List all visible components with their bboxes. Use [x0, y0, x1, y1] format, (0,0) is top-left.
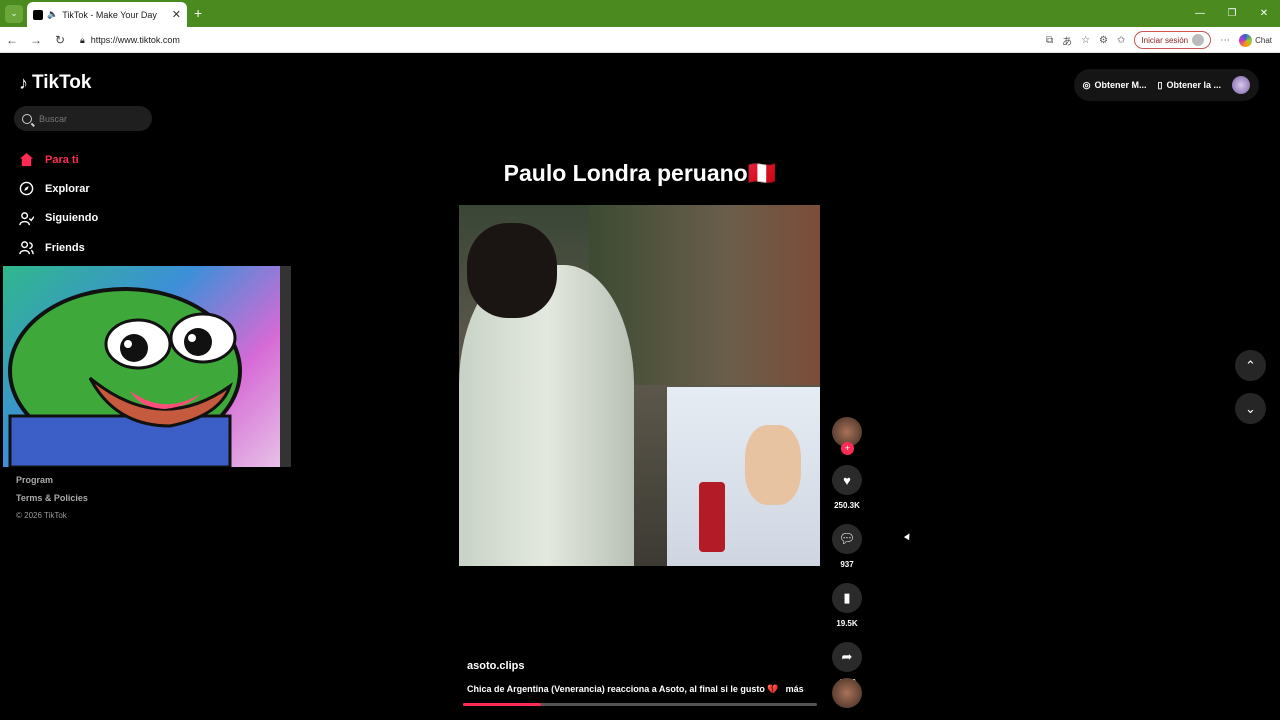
search-input[interactable]: [39, 113, 139, 124]
browser-tab-bar: ⌄ 🔈 TikTok - Make Your Day ✕ + — ❐ ✕: [0, 0, 1280, 27]
more-link[interactable]: más: [786, 684, 804, 695]
speaker-icon[interactable]: 🔈: [47, 9, 58, 20]
save-action: ▮ 19.5K: [832, 583, 862, 628]
user-avatar[interactable]: [1232, 76, 1250, 94]
sidebar-item-friends[interactable]: Friends: [18, 233, 98, 262]
peepo-frog-icon: [8, 266, 291, 469]
footer-terms-link[interactable]: Terms & Policies: [16, 489, 88, 507]
copilot-chat-button[interactable]: Chat: [1239, 33, 1272, 47]
more-menu-icon[interactable]: ⋯: [1220, 35, 1230, 46]
lock-icon[interactable]: 🔒︎: [80, 35, 85, 46]
save-count: 19.5K: [836, 619, 858, 628]
sidebar-item-label: Siguiendo: [45, 212, 99, 225]
tiktok-page: ♪ TikTok Para ti Explorar Siguiendo: [3, 54, 1277, 717]
restore-icon[interactable]: ❐: [1216, 0, 1248, 27]
url-text[interactable]: https://www.tiktok.com: [91, 35, 180, 45]
footer-program-link[interactable]: Program: [16, 471, 88, 489]
video-actions: + ♥ 250.3K 💬︎ 937 ▮ 19.5K ➦ 4569: [830, 417, 864, 687]
friends-icon: [18, 240, 34, 256]
top-right-actions: ◎ Obtener M... ▯ Obtener la ...: [1073, 69, 1259, 101]
video-reaction-inset: [667, 387, 820, 566]
video-username[interactable]: asoto.clips: [467, 660, 817, 672]
brand-name: TikTok: [32, 72, 92, 93]
like-action: ♥ 250.3K: [832, 465, 862, 510]
video-player[interactable]: [459, 205, 820, 566]
tiktok-note-icon: ♪: [19, 72, 28, 93]
video-person-head: [467, 223, 557, 318]
sidebar-item-label: Friends: [45, 241, 85, 254]
browser-tab[interactable]: 🔈 TikTok - Make Your Day ✕: [27, 2, 187, 27]
tab-actions-menu-button[interactable]: ⌄: [5, 4, 23, 23]
signin-label: Iniciar sesión: [1141, 35, 1189, 45]
video-caption: asoto.clips Chica de Argentina (Veneranc…: [467, 660, 817, 695]
coin-icon: ◎: [1082, 79, 1091, 90]
get-app-label: Obtener la ...: [1166, 80, 1221, 90]
creator-avatar[interactable]: +: [832, 417, 862, 455]
video-title: Paulo Londra peruano🇵🇪: [503, 160, 777, 186]
user-follow-icon: [18, 210, 34, 226]
address-bar: ← → ↻ 🔒︎ https://www.tiktok.com ⧉ あ ☆ ⚙ …: [0, 27, 1280, 53]
get-coins-label: Obtener M...: [1094, 80, 1147, 90]
comment-icon[interactable]: 💬︎: [832, 524, 862, 554]
previous-video-chevron-up-icon[interactable]: ⌃: [1235, 350, 1266, 381]
like-count: 250.3K: [834, 501, 860, 510]
copilot-logo-icon: [1239, 33, 1253, 47]
next-video-chevron-down-icon[interactable]: ⌄: [1235, 393, 1266, 424]
open-in-app-icon[interactable]: ⧉: [1046, 35, 1053, 46]
chat-label: Chat: [1255, 35, 1272, 45]
mouse-cursor-icon: [903, 531, 913, 541]
reload-icon[interactable]: ↻: [48, 33, 72, 47]
url-field[interactable]: 🔒︎ https://www.tiktok.com: [80, 31, 180, 49]
profile-avatar-icon: [1192, 34, 1205, 46]
sound-avatar[interactable]: [832, 678, 862, 708]
sidebar-item-siguiendo[interactable]: Siguiendo: [18, 204, 98, 233]
video-progress-fill: [463, 703, 541, 706]
comment-count: 937: [840, 560, 854, 569]
search-icon: [22, 113, 32, 124]
reaction-face: [745, 425, 801, 505]
back-icon[interactable]: ←: [0, 33, 24, 47]
bookmark-icon[interactable]: ▮: [832, 583, 862, 613]
microphone-icon: [699, 482, 725, 552]
tiktok-favicon-icon: [33, 9, 43, 20]
get-coins-button[interactable]: ◎ Obtener M...: [1083, 80, 1147, 91]
search-bar[interactable]: [14, 106, 152, 131]
window-controls: — ❐ ✕: [1184, 0, 1280, 27]
sidebar-footer: Program Terms & Policies © 2026 TikTok: [16, 471, 88, 525]
close-window-icon[interactable]: ✕: [1248, 0, 1280, 27]
favorite-star-icon[interactable]: ☆: [1081, 35, 1090, 46]
favorites-icon[interactable]: ✩: [1117, 35, 1125, 46]
copyright-text: © 2026 TikTok: [16, 511, 67, 520]
share-icon[interactable]: ➦: [832, 642, 862, 672]
new-tab-button[interactable]: +: [194, 5, 202, 21]
phone-icon: ▯: [1157, 79, 1163, 90]
extensions-icon[interactable]: ⚙: [1099, 35, 1108, 46]
signin-button[interactable]: Iniciar sesión: [1134, 31, 1212, 49]
streamer-overlay-image: [3, 266, 291, 469]
follow-plus-icon[interactable]: +: [841, 442, 854, 455]
feed-navigation: ⌃ ⌄: [1235, 350, 1266, 424]
tab-title: TikTok - Make Your Day: [62, 9, 157, 20]
translate-icon[interactable]: あ: [1062, 33, 1072, 48]
forward-icon[interactable]: →: [24, 33, 48, 47]
get-app-button[interactable]: ▯ Obtener la ...: [1158, 80, 1221, 91]
heart-icon[interactable]: ♥: [832, 465, 862, 495]
comment-action: 💬︎ 937: [832, 524, 862, 569]
tiktok-logo[interactable]: ♪ TikTok: [19, 72, 91, 94]
minimize-icon[interactable]: —: [1184, 0, 1216, 27]
video-description: Chica de Argentina (Venerancia) reaccion…: [467, 684, 779, 694]
close-tab-icon[interactable]: ✕: [172, 8, 181, 21]
video-progress-bar[interactable]: [463, 703, 817, 706]
